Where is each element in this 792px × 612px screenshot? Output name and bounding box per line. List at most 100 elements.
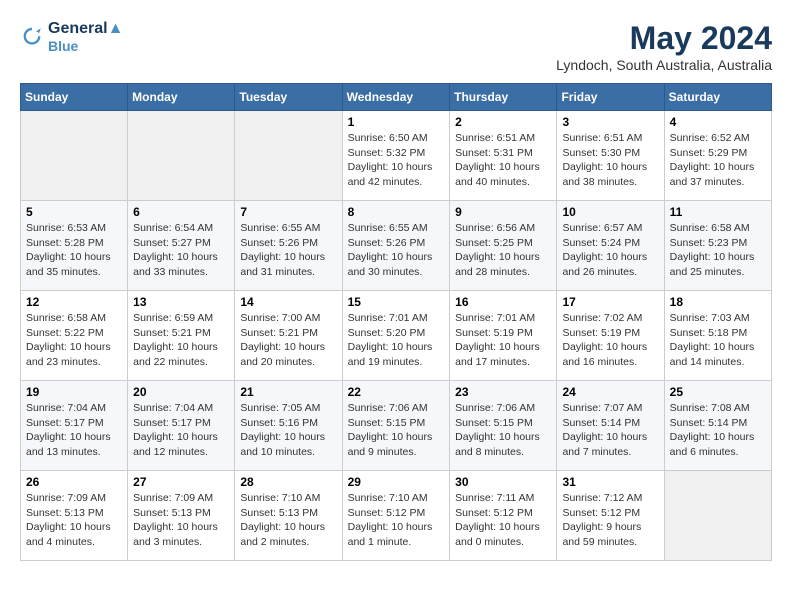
col-header-thursday: Thursday	[450, 84, 557, 111]
calendar-cell: 27Sunrise: 7:09 AM Sunset: 5:13 PM Dayli…	[128, 471, 235, 561]
day-info: Sunrise: 7:01 AM Sunset: 5:19 PM Dayligh…	[455, 311, 551, 370]
page-header: General▲ Blue May 2024 Lyndoch, South Au…	[20, 20, 772, 73]
day-info: Sunrise: 6:54 AM Sunset: 5:27 PM Dayligh…	[133, 221, 229, 280]
day-number: 16	[455, 295, 551, 309]
day-info: Sunrise: 6:56 AM Sunset: 5:25 PM Dayligh…	[455, 221, 551, 280]
calendar-cell: 5 Sunrise: 6:53 AM Sunset: 5:28 PM Daylig…	[21, 201, 128, 291]
calendar-cell: 31 Sunrise: 7:12 AM Sunset: 5:12 PM Dayli…	[557, 471, 664, 561]
day-info: Sunrise: 7:02 AM Sunset: 5:19 PM Dayligh…	[562, 311, 658, 370]
day-number: 30	[455, 475, 551, 489]
calendar-cell: 25 Sunrise: 7:08 AM Sunset: 5:14 PM Dayli…	[664, 381, 771, 471]
day-number: 11	[670, 205, 766, 219]
calendar-cell: 29Sunrise: 7:10 AM Sunset: 5:12 PM Dayli…	[342, 471, 450, 561]
calendar-cell: 9 Sunrise: 6:56 AM Sunset: 5:25 PM Daylig…	[450, 201, 557, 291]
day-number: 25	[670, 385, 766, 399]
day-number: 21	[240, 385, 336, 399]
calendar-cell: 13Sunrise: 6:59 AM Sunset: 5:21 PM Dayli…	[128, 291, 235, 381]
day-info: Sunrise: 6:51 AM Sunset: 5:30 PM Dayligh…	[562, 131, 658, 190]
calendar-cell	[235, 111, 342, 201]
day-info: Sunrise: 7:11 AM Sunset: 5:12 PM Dayligh…	[455, 491, 551, 550]
day-number: 10	[562, 205, 658, 219]
calendar-cell: 21 Sunrise: 7:05 AM Sunset: 5:16 PM Dayli…	[235, 381, 342, 471]
day-info: Sunrise: 7:04 AM Sunset: 5:17 PM Dayligh…	[133, 401, 229, 460]
day-info: Sunrise: 7:07 AM Sunset: 5:14 PM Dayligh…	[562, 401, 658, 460]
day-info: Sunrise: 6:53 AM Sunset: 5:28 PM Dayligh…	[26, 221, 122, 280]
calendar-cell: 11 Sunrise: 6:58 AM Sunset: 5:23 PM Dayli…	[664, 201, 771, 291]
calendar-cell: 22Sunrise: 7:06 AM Sunset: 5:15 PM Dayli…	[342, 381, 450, 471]
calendar-header-row: SundayMondayTuesdayWednesdayThursdayFrid…	[21, 84, 772, 111]
calendar-cell: 4Sunrise: 6:52 AM Sunset: 5:29 PM Daylig…	[664, 111, 771, 201]
day-number: 27	[133, 475, 229, 489]
day-number: 3	[562, 115, 658, 129]
day-number: 18	[670, 295, 766, 309]
week-row-1: 1 Sunrise: 6:50 AM Sunset: 5:32 PM Daylig…	[21, 111, 772, 201]
day-info: Sunrise: 7:09 AM Sunset: 5:13 PM Dayligh…	[26, 491, 122, 550]
day-info: Sunrise: 6:50 AM Sunset: 5:32 PM Dayligh…	[348, 131, 445, 190]
logo-icon	[20, 25, 44, 49]
calendar-cell: 1 Sunrise: 6:50 AM Sunset: 5:32 PM Daylig…	[342, 111, 450, 201]
day-info: Sunrise: 7:12 AM Sunset: 5:12 PM Dayligh…	[562, 491, 658, 550]
day-info: Sunrise: 7:10 AM Sunset: 5:12 PM Dayligh…	[348, 491, 445, 550]
day-number: 9	[455, 205, 551, 219]
calendar-cell: 19Sunrise: 7:04 AM Sunset: 5:17 PM Dayli…	[21, 381, 128, 471]
day-number: 1	[348, 115, 445, 129]
location-title: Lyndoch, South Australia, Australia	[556, 57, 772, 73]
day-number: 28	[240, 475, 336, 489]
week-row-2: 5 Sunrise: 6:53 AM Sunset: 5:28 PM Daylig…	[21, 201, 772, 291]
calendar-table: SundayMondayTuesdayWednesdayThursdayFrid…	[20, 83, 772, 561]
day-number: 23	[455, 385, 551, 399]
calendar-cell: 30 Sunrise: 7:11 AM Sunset: 5:12 PM Dayli…	[450, 471, 557, 561]
calendar-cell: 15 Sunrise: 7:01 AM Sunset: 5:20 PM Dayli…	[342, 291, 450, 381]
day-info: Sunrise: 6:55 AM Sunset: 5:26 PM Dayligh…	[240, 221, 336, 280]
calendar-cell: 3 Sunrise: 6:51 AM Sunset: 5:30 PM Daylig…	[557, 111, 664, 201]
day-info: Sunrise: 6:58 AM Sunset: 5:22 PM Dayligh…	[26, 311, 122, 370]
logo: General▲ Blue	[20, 20, 123, 54]
week-row-5: 26 Sunrise: 7:09 AM Sunset: 5:13 PM Dayli…	[21, 471, 772, 561]
day-info: Sunrise: 7:08 AM Sunset: 5:14 PM Dayligh…	[670, 401, 766, 460]
col-header-saturday: Saturday	[664, 84, 771, 111]
day-number: 7	[240, 205, 336, 219]
day-number: 6	[133, 205, 229, 219]
day-info: Sunrise: 7:10 AM Sunset: 5:13 PM Dayligh…	[240, 491, 336, 550]
calendar-cell: 14Sunrise: 7:00 AM Sunset: 5:21 PM Dayli…	[235, 291, 342, 381]
day-number: 15	[348, 295, 445, 309]
day-number: 26	[26, 475, 122, 489]
day-info: Sunrise: 7:03 AM Sunset: 5:18 PM Dayligh…	[670, 311, 766, 370]
day-info: Sunrise: 7:01 AM Sunset: 5:20 PM Dayligh…	[348, 311, 445, 370]
day-number: 31	[562, 475, 658, 489]
col-header-tuesday: Tuesday	[235, 84, 342, 111]
calendar-cell: 26 Sunrise: 7:09 AM Sunset: 5:13 PM Dayli…	[21, 471, 128, 561]
calendar-cell: 10 Sunrise: 6:57 AM Sunset: 5:24 PM Dayli…	[557, 201, 664, 291]
calendar-cell: 2 Sunrise: 6:51 AM Sunset: 5:31 PM Daylig…	[450, 111, 557, 201]
calendar-cell: 7 Sunrise: 6:55 AM Sunset: 5:26 PM Daylig…	[235, 201, 342, 291]
calendar-cell: 18 Sunrise: 7:03 AM Sunset: 5:18 PM Dayli…	[664, 291, 771, 381]
calendar-cell: 17 Sunrise: 7:02 AM Sunset: 5:19 PM Dayli…	[557, 291, 664, 381]
day-number: 24	[562, 385, 658, 399]
calendar-cell	[21, 111, 128, 201]
day-info: Sunrise: 6:52 AM Sunset: 5:29 PM Dayligh…	[670, 131, 766, 190]
col-header-sunday: Sunday	[21, 84, 128, 111]
calendar-cell: 12 Sunrise: 6:58 AM Sunset: 5:22 PM Dayli…	[21, 291, 128, 381]
day-number: 12	[26, 295, 122, 309]
week-row-4: 19Sunrise: 7:04 AM Sunset: 5:17 PM Dayli…	[21, 381, 772, 471]
day-number: 13	[133, 295, 229, 309]
logo-text: General▲ Blue	[48, 20, 123, 54]
calendar-cell: 20 Sunrise: 7:04 AM Sunset: 5:17 PM Dayli…	[128, 381, 235, 471]
day-info: Sunrise: 7:00 AM Sunset: 5:21 PM Dayligh…	[240, 311, 336, 370]
day-info: Sunrise: 6:51 AM Sunset: 5:31 PM Dayligh…	[455, 131, 551, 190]
day-number: 5	[26, 205, 122, 219]
day-number: 20	[133, 385, 229, 399]
day-number: 8	[348, 205, 445, 219]
month-title: May 2024	[556, 20, 772, 57]
day-info: Sunrise: 6:57 AM Sunset: 5:24 PM Dayligh…	[562, 221, 658, 280]
calendar-cell: 28 Sunrise: 7:10 AM Sunset: 5:13 PM Dayli…	[235, 471, 342, 561]
day-number: 17	[562, 295, 658, 309]
day-info: Sunrise: 6:58 AM Sunset: 5:23 PM Dayligh…	[670, 221, 766, 280]
calendar-cell: 23Sunrise: 7:06 AM Sunset: 5:15 PM Dayli…	[450, 381, 557, 471]
calendar-cell: 24 Sunrise: 7:07 AM Sunset: 5:14 PM Dayli…	[557, 381, 664, 471]
calendar-cell	[128, 111, 235, 201]
calendar-cell: 8Sunrise: 6:55 AM Sunset: 5:26 PM Daylig…	[342, 201, 450, 291]
day-info: Sunrise: 7:05 AM Sunset: 5:16 PM Dayligh…	[240, 401, 336, 460]
day-number: 2	[455, 115, 551, 129]
col-header-friday: Friday	[557, 84, 664, 111]
